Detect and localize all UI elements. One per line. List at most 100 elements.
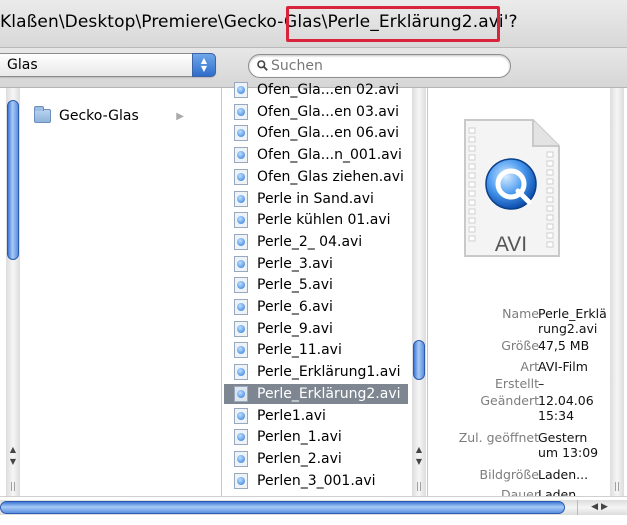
file-name: Perle_11.avi — [257, 342, 342, 359]
info-label: Erstellt — [495, 376, 539, 391]
popup-arrows-icon: ▲ ▼ — [192, 53, 216, 77]
file-row-selected[interactable]: Perle_Erklärung2.avi — [224, 383, 408, 404]
info-label: Zul. geöffnet — [458, 430, 539, 445]
file-row[interactable]: Perle_3.avi — [224, 254, 408, 274]
file-name: Perlen_3_001.avi — [257, 472, 376, 489]
file-name: Perlen_1.avi — [257, 429, 342, 446]
column-1: Gecko-Glas ▶ — [0, 88, 222, 496]
info-label: Name — [502, 306, 539, 321]
avi-file-icon — [234, 364, 248, 381]
column-2-scroll-thumb[interactable] — [413, 340, 425, 380]
file-row[interactable]: Perlen_1.avi — [224, 427, 408, 447]
file-name: Perle_3.avi — [257, 255, 333, 272]
avi-file-icon — [234, 407, 248, 424]
file-row[interactable]: Ofen_Gla...en 02.avi — [224, 80, 408, 100]
file-row[interactable]: Perle_5.avi — [224, 275, 408, 295]
avi-file-icon — [234, 212, 248, 229]
file-name: Perle in Sand.avi — [257, 190, 374, 207]
column-resize-grip-icon[interactable]: || — [415, 483, 423, 492]
preview-scrollbar[interactable]: || — [610, 88, 624, 496]
preview-column: AVI Name Perle_Erklä rung2.avi Größe 47,5 M… — [428, 88, 627, 502]
file-name: Perle_2_ 04.avi — [257, 233, 363, 250]
avi-file-icon — [234, 429, 248, 446]
search-input[interactable] — [271, 57, 501, 75]
location-popup[interactable]: Glas ▲ ▼ — [0, 53, 216, 77]
file-row[interactable]: Perle in Sand.avi — [224, 189, 408, 209]
scroll-up-arrow-icon[interactable]: ▲ — [6, 444, 20, 456]
file-name: Ofen_Gla...en 06.avi — [257, 125, 400, 142]
file-name: Perle_Erklärung2.avi — [257, 385, 401, 402]
folder-label: Gecko-Glas — [59, 108, 139, 124]
search-icon — [257, 60, 268, 71]
avi-file-icon — [234, 233, 248, 250]
file-name: Perle_Erklärung1.avi — [257, 364, 401, 381]
horizontal-scrollbar[interactable]: ◀ ▶ — [0, 500, 627, 515]
file-type-label: AVI — [494, 233, 528, 256]
highlight-annotation-box — [286, 6, 500, 42]
file-row[interactable]: Ofen_Gla...en 06.avi — [224, 123, 408, 143]
scroll-down-arrow-icon[interactable]: ▼ — [6, 456, 20, 468]
info-label: Größe — [501, 338, 539, 353]
horizontal-scroll-area: ◀ ▶ — [0, 496, 627, 525]
file-name: Perle1.avi — [257, 407, 326, 424]
info-value: Laden... — [538, 467, 589, 482]
file-name: Perle_5.avi — [257, 277, 333, 294]
disclosure-arrow-icon: ▶ — [176, 110, 184, 122]
file-name: Ofen_Gla...n_001.avi — [257, 147, 402, 164]
info-label: Bildgröße — [479, 467, 539, 482]
file-name: Ofen_Gla...en 02.avi — [257, 82, 400, 98]
column-2-scrollbar[interactable]: ▲ ▼ || — [412, 88, 426, 496]
file-row[interactable]: Perle_9.avi — [224, 319, 408, 339]
column-resize-grip-icon[interactable]: || — [613, 483, 621, 492]
file-row[interactable]: Perle_Erklärung1.avi — [224, 362, 408, 382]
scroll-down-arrow-icon[interactable]: ▼ — [412, 456, 426, 468]
file-row[interactable]: Ofen_Gla...en 03.avi — [224, 102, 408, 122]
info-value: 12.04.06 15:34 — [538, 393, 594, 423]
avi-file-icon — [234, 277, 248, 294]
avi-file-icon — [234, 299, 248, 315]
file-row[interactable]: Perle_2_ 04.avi — [224, 232, 408, 252]
info-label: Art — [520, 359, 539, 374]
scroll-right-arrow-icon[interactable]: ▶ — [601, 502, 608, 512]
avi-file-icon — [234, 472, 248, 489]
column-resize-grip-icon[interactable]: || — [9, 483, 17, 492]
avi-file-icon — [234, 168, 248, 185]
info-value: Gestern um 13:09 — [538, 430, 599, 460]
file-row[interactable]: Perle kühlen 01.avi — [224, 210, 408, 230]
info-value: – — [538, 376, 545, 391]
horizontal-scroll-thumb[interactable] — [0, 501, 565, 514]
file-name: Perle_9.avi — [257, 320, 333, 337]
file-name: Perle_6.avi — [257, 299, 333, 315]
file-row[interactable]: Ofen_Gla...n_001.avi — [224, 145, 408, 165]
file-row[interactable]: Perlen_2.avi — [224, 449, 408, 469]
avi-file-icon — [234, 125, 248, 142]
avi-file-icon — [234, 147, 248, 164]
avi-file-icon — [234, 103, 248, 120]
column-1-scrollbar[interactable] — [6, 88, 20, 496]
file-row[interactable]: Perlen_3_001.avi — [224, 471, 408, 491]
scroll-up-arrow-icon[interactable]: ▲ — [412, 444, 426, 456]
file-name: Perlen_2.avi — [257, 450, 342, 467]
path-bar: Klaßen\Desktop\Premiere\Gecko-Glas\Perle… — [0, 0, 627, 48]
avi-file-icon — [234, 342, 248, 359]
file-row[interactable]: Perle1.avi — [224, 406, 408, 426]
list-item[interactable]: Gecko-Glas ▶ — [34, 106, 214, 126]
horizontal-scroll-arrows[interactable]: ◀ ▶ — [577, 500, 621, 515]
avi-file-icon — [234, 385, 248, 402]
scroll-left-arrow-icon[interactable]: ◀ — [591, 502, 598, 512]
search-field[interactable] — [248, 54, 511, 78]
avi-file-icon — [234, 255, 248, 272]
column-browser: Gecko-Glas ▶ ▲ ▼ || Ofen_Gla...en 02.avi… — [0, 82, 627, 502]
column-2: ▲ ▼ || Ofen_Gla...en 02.avi Ofen_Gla...en… — [222, 82, 428, 496]
avi-file-icon — [234, 320, 248, 337]
column-1-scroll-thumb[interactable] — [7, 100, 19, 260]
info-label: Geändert — [480, 393, 539, 408]
avi-file-icon — [234, 190, 248, 207]
file-row[interactable]: Perle_6.avi — [224, 297, 408, 317]
location-popup-value: Glas — [7, 57, 38, 73]
file-row[interactable]: Ofen_Glas ziehen.avi — [224, 167, 408, 187]
file-name: Perle kühlen 01.avi — [257, 212, 391, 229]
info-value: AVI-Film — [538, 359, 588, 374]
file-row[interactable]: Perle_11.avi — [224, 340, 408, 360]
avi-file-icon — [234, 82, 248, 98]
